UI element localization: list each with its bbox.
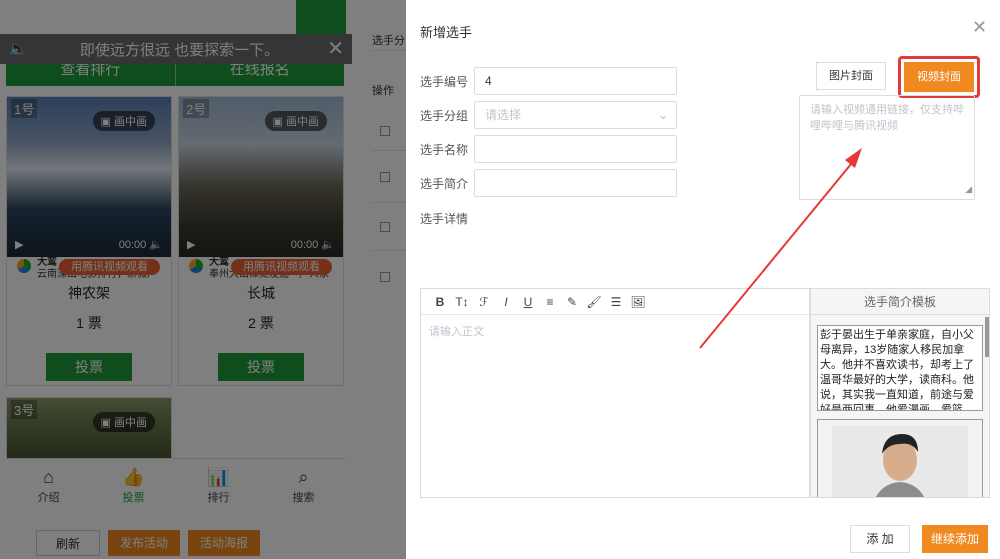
text-color-icon[interactable]: ✎: [561, 295, 583, 309]
form-row-detail: 选手详情: [420, 210, 480, 227]
intro-input[interactable]: [474, 169, 677, 197]
close-icon[interactable]: ✕: [972, 18, 987, 36]
number-input[interactable]: 4: [474, 67, 677, 95]
add-contestant-dialog: 新增选手 ✕ 选手编号 4 选手分组 请选择 ⌄ 选手名称 选手简介 选手详情 …: [406, 0, 1000, 559]
template-text[interactable]: 彭于晏出生于单亲家庭，自小父母离异，13岁随家人移民加拿大。他并不喜欢读书，却考…: [817, 325, 983, 411]
dialog-title: 新增选手: [420, 25, 473, 40]
dialog-footer: 添 加 继续添加: [850, 525, 988, 553]
template-title: 选手简介模板: [811, 289, 989, 315]
portrait-image: [818, 420, 982, 497]
continue-add-button[interactable]: 继续添加: [922, 525, 988, 553]
group-select[interactable]: 请选择 ⌄: [474, 101, 677, 129]
form-row-number: 选手编号 4: [420, 67, 677, 95]
form-row-intro: 选手简介: [420, 169, 677, 197]
highlight-box: 视频封面: [898, 56, 980, 98]
rich-text-editor: B T↕ ℱ I U ≡ ✎ 🖌 ☰ 🖼 请输入正文: [420, 288, 810, 498]
editor-body[interactable]: 请输入正文: [421, 315, 809, 347]
underline-icon[interactable]: U: [517, 295, 539, 309]
template-photo[interactable]: [817, 419, 983, 497]
scrollbar[interactable]: [985, 317, 989, 357]
bold-icon[interactable]: B: [429, 295, 451, 309]
intro-template-panel: 选手简介模板 彭于晏出生于单亲家庭，自小父母离异，13岁随家人移民加拿大。他并不…: [810, 288, 990, 498]
field-label: 选手详情: [420, 212, 469, 226]
video-cover-button[interactable]: 视频封面: [904, 62, 974, 92]
image-icon[interactable]: 🖼: [627, 295, 649, 309]
add-button[interactable]: 添 加: [850, 525, 910, 553]
select-placeholder: 请选择: [485, 108, 522, 122]
form-row-group: 选手分组 请选择 ⌄: [420, 101, 677, 129]
cover-type-switch: 图片封面 视频封面: [816, 56, 980, 98]
image-cover-button[interactable]: 图片封面: [816, 62, 886, 90]
font-family-icon[interactable]: ℱ: [473, 295, 495, 309]
list-icon[interactable]: ☰: [605, 295, 627, 309]
chevron-down-icon: ⌄: [657, 108, 668, 122]
field-label: 选手名称: [420, 142, 469, 157]
modal-backdrop[interactable]: [0, 0, 406, 559]
editor-toolbar: B T↕ ℱ I U ≡ ✎ 🖌 ☰ 🖼: [421, 289, 809, 315]
resize-handle-icon[interactable]: ◢: [965, 181, 972, 197]
page: 查看排行 在线报名 🔈 即使远方很远 也要探索一下。 ✕ 1号 ▣ 画中画 ▶ …: [0, 0, 1000, 559]
name-input[interactable]: [474, 135, 677, 163]
background-color-icon[interactable]: 🖌: [583, 295, 605, 309]
align-icon[interactable]: ≡: [539, 295, 561, 309]
textarea-placeholder: 请输入视频通用链接，仅支持哔哩哔哩与腾讯视频: [810, 104, 964, 132]
field-label: 选手简介: [420, 176, 469, 191]
italic-icon[interactable]: I: [495, 295, 517, 309]
field-label: 选手编号: [420, 74, 469, 89]
form-row-name: 选手名称: [420, 135, 677, 163]
video-link-textarea[interactable]: 请输入视频通用链接，仅支持哔哩哔哩与腾讯视频 ◢: [799, 95, 975, 200]
field-label: 选手分组: [420, 108, 469, 123]
font-size-icon[interactable]: T↕: [451, 295, 473, 309]
